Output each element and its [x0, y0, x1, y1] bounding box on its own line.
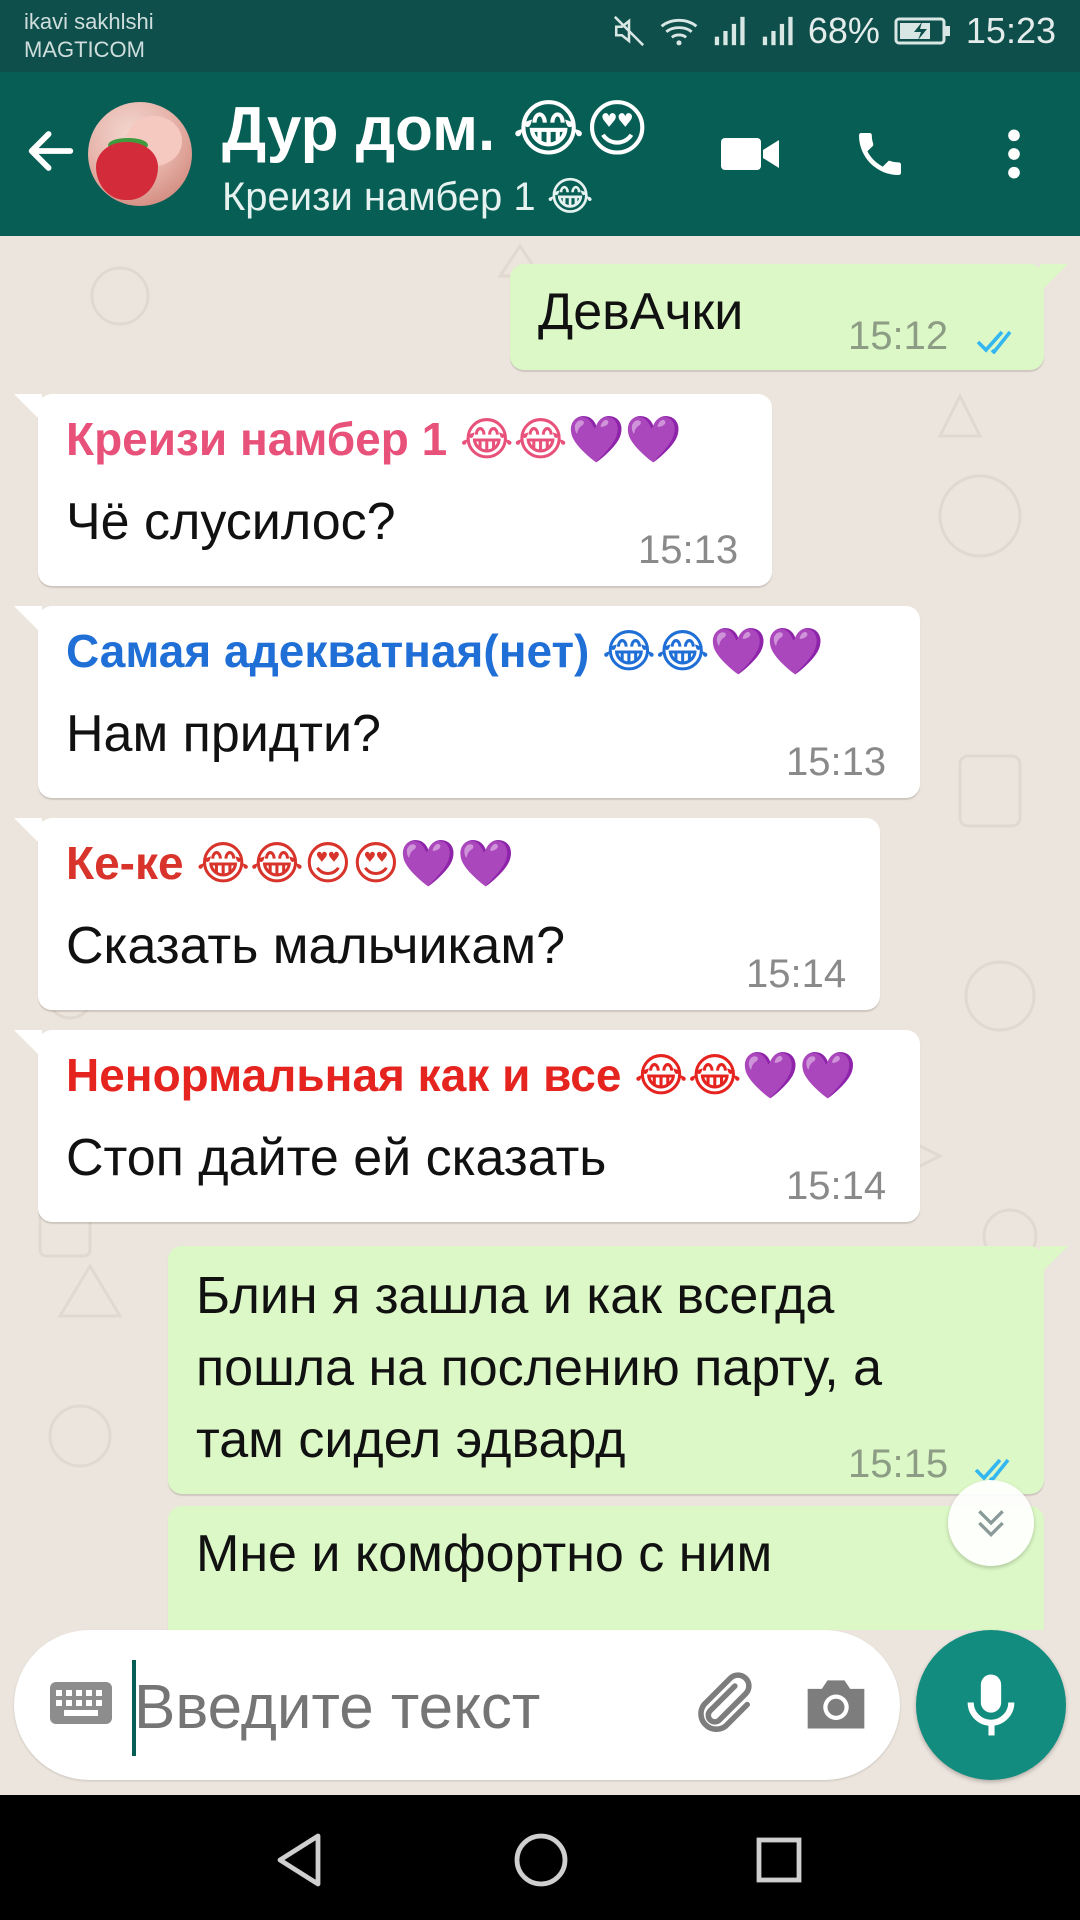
sender-name[interactable]: Ке-ке 😂😂😍😍💜💜 — [66, 836, 514, 891]
message-input[interactable] — [134, 1672, 654, 1743]
camera-icon — [807, 1680, 865, 1729]
paperclip-icon — [698, 1672, 752, 1732]
bubble-tail — [14, 394, 42, 422]
message-text: ДевАчки — [538, 283, 744, 341]
group-avatar[interactable] — [88, 102, 192, 206]
mute-icon — [612, 14, 646, 48]
nav-back-button[interactable] — [264, 1825, 334, 1895]
wifi-icon — [660, 14, 698, 48]
voice-record-button[interactable] — [916, 1630, 1066, 1780]
message-time: 15:14 — [786, 1164, 887, 1208]
sender-name[interactable]: Ненормальная как и все 😂😂💜💜 — [66, 1048, 856, 1103]
video-camera-icon — [721, 138, 779, 170]
bubble-tail — [14, 818, 42, 846]
message-outgoing[interactable]: ДевАчки 15:12 — [510, 264, 1044, 370]
read-ticks-icon — [976, 330, 1012, 354]
nav-recents-button[interactable] — [744, 1825, 814, 1895]
video-call-button[interactable] — [712, 116, 788, 192]
signal-icon-2 — [760, 15, 794, 47]
sender-name[interactable]: Самая адекватная(нет) 😂😂💜💜 — [66, 624, 824, 679]
status-bar: ikavi sakhlshi MAGTICOM 68% 15:23 — [0, 0, 1080, 72]
message-time: 15:13 — [638, 528, 739, 572]
message-text: Нам придти? — [66, 705, 381, 763]
triangle-back-icon — [277, 1833, 321, 1887]
read-ticks-icon — [974, 1458, 1010, 1482]
camera-button[interactable] — [802, 1670, 870, 1741]
sender-name[interactable]: Креизи намбер 1 😂😂💜💜 — [66, 412, 682, 467]
message-text: Блин я зашла и как всегда пошла на после… — [196, 1267, 883, 1469]
message-text: Стоп дайте ей сказать — [66, 1129, 607, 1187]
signal-icon-1 — [712, 15, 746, 47]
message-text: Чё слусилос? — [66, 493, 396, 551]
double-chevron-down-icon — [978, 1510, 1004, 1538]
nav-home-button[interactable] — [506, 1825, 576, 1895]
circle-home-icon — [514, 1833, 568, 1887]
composer-bar — [0, 1630, 1080, 1800]
back-button[interactable] — [22, 122, 80, 180]
more-options-button[interactable] — [976, 116, 1052, 192]
voice-call-button[interactable] — [842, 116, 918, 192]
keyboard-icon[interactable] — [48, 1678, 114, 1733]
chat-subtitle[interactable]: Креизи намбер 1 😂 — [222, 174, 593, 220]
carrier-name: ikavi sakhlshi MAGTICOM — [24, 8, 154, 64]
system-navigation-bar — [0, 1795, 1080, 1920]
message-text: Мне и комфортно с ним — [196, 1525, 773, 1583]
battery-percent: 68% — [807, 10, 880, 51]
bubble-tail — [1040, 1246, 1068, 1274]
bubble-tail — [14, 1030, 42, 1058]
message-incoming[interactable]: Самая адекватная(нет) 😂😂💜💜 Нам придти? 1… — [38, 606, 920, 798]
carrier-line-2: MAGTICOM — [24, 37, 145, 62]
square-recents-icon — [756, 1837, 802, 1883]
arrow-left-icon — [28, 131, 74, 171]
message-time: 15:14 — [746, 952, 847, 996]
bubble-tail — [1040, 264, 1068, 292]
status-icons: 68% 15:23 — [612, 10, 1056, 52]
message-incoming[interactable]: Ненормальная как и все 😂😂💜💜 Стоп дайте е… — [38, 1030, 920, 1222]
microphone-icon — [967, 1674, 1015, 1736]
carrier-line-1: ikavi sakhlshi — [24, 9, 154, 34]
message-time: 15:12 — [848, 314, 949, 358]
message-incoming[interactable]: Креизи намбер 1 😂😂💜💜 Чё слусилос? 15:13 — [38, 394, 772, 586]
message-text: Сказать мальчикам? — [66, 917, 566, 975]
bubble-tail — [14, 606, 42, 634]
avatar-strawberry-shape — [96, 142, 158, 200]
clock: 15:23 — [965, 10, 1056, 51]
chat-header: Дур дом. 😂😍 Креизи намбер 1 😂 — [0, 72, 1080, 236]
chat-area[interactable]: ДевАчки 15:12 Креизи намбер 1 😂😂💜💜 Чё сл… — [0, 236, 1080, 1644]
more-vertical-icon — [1008, 129, 1020, 179]
scroll-to-bottom-button[interactable] — [948, 1480, 1034, 1566]
battery-charging-icon — [894, 16, 952, 46]
message-incoming[interactable]: Ке-ке 😂😂😍😍💜💜 Сказать мальчикам? 15:14 — [38, 818, 880, 1010]
message-outgoing[interactable]: Блин я зашла и как всегда пошла на после… — [168, 1246, 1044, 1494]
message-input-container[interactable] — [14, 1630, 900, 1780]
message-time: 15:15 — [848, 1442, 949, 1486]
message-outgoing[interactable]: Мне и комфортно с ним — [168, 1506, 1044, 1644]
chat-title[interactable]: Дур дом. 😂😍 — [222, 92, 657, 165]
attach-button[interactable] — [684, 1666, 758, 1745]
phone-icon — [859, 133, 901, 175]
message-time: 15:13 — [786, 740, 887, 784]
